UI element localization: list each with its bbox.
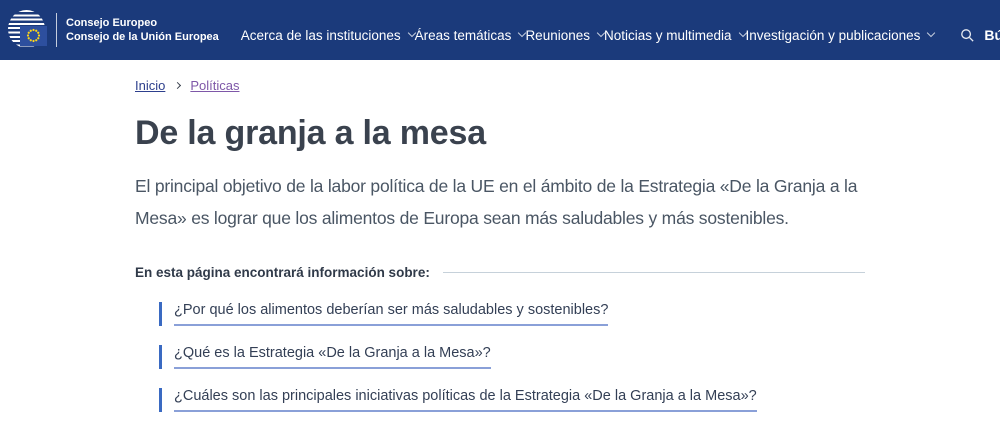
accent-bar [159, 345, 162, 369]
accent-bar [159, 302, 162, 326]
council-emblem-icon [8, 8, 48, 52]
chevron-right-icon [174, 82, 181, 89]
logo[interactable]: Consejo Europeo Consejo de la Unión Euro… [8, 8, 219, 52]
toc-link-iniciativas[interactable]: ¿Cuáles son las principales iniciativas … [174, 388, 757, 412]
main-content: Inicio Políticas De la granja a la mesa … [0, 78, 1000, 412]
breadcrumb-link-inicio[interactable]: Inicio [135, 78, 165, 93]
site-header: Consejo Europeo Consejo de la Unión Euro… [0, 0, 1000, 60]
breadcrumb: Inicio Políticas [135, 78, 865, 93]
nav-item-instituciones[interactable]: Acerca de las instituciones [241, 28, 415, 43]
logo-line1: Consejo Europeo [66, 16, 219, 31]
search-button[interactable]: Búsqueda [960, 27, 1000, 43]
eu-flag-icon [20, 26, 47, 46]
toc-label: En esta página encontrará información so… [135, 265, 430, 280]
toc-item: ¿Por qué los alimentos deberían ser más … [135, 302, 865, 326]
logo-line2: Consejo de la Unión Europea [66, 30, 219, 45]
breadcrumb-link-politicas[interactable]: Políticas [190, 78, 239, 93]
toc-list: ¿Por qué los alimentos deberían ser más … [135, 302, 865, 412]
nav-item-areas-tematicas[interactable]: Áreas temáticas [415, 28, 526, 43]
page-title: De la granja a la mesa [135, 114, 865, 153]
nav-item-label: Reuniones [525, 28, 590, 43]
nav-item-reuniones[interactable]: Reuniones [525, 28, 604, 43]
nav-item-label: Noticias y multimedia [604, 28, 732, 43]
nav-item-noticias[interactable]: Noticias y multimedia [604, 28, 746, 43]
logo-text: Consejo Europeo Consejo de la Unión Euro… [66, 16, 219, 45]
toc-header: En esta página encontrará información so… [135, 265, 865, 280]
nav-item-label: Áreas temáticas [415, 28, 512, 43]
intro-paragraph: El principal objetivo de la labor políti… [135, 170, 865, 234]
main-nav: Acerca de las instituciones Áreas temáti… [219, 28, 961, 43]
toc-link-estrategia[interactable]: ¿Qué es la Estrategia «De la Granja a la… [174, 345, 491, 369]
nav-item-label: Investigación y publicaciones [746, 28, 921, 43]
search-label: Búsqueda [984, 27, 1000, 43]
nav-item-label: Acerca de las instituciones [241, 28, 401, 43]
chevron-down-icon [927, 29, 935, 37]
search-icon [960, 28, 975, 43]
toc-item: ¿Cuáles son las principales iniciativas … [135, 388, 865, 412]
toc-item: ¿Qué es la Estrategia «De la Granja a la… [135, 345, 865, 369]
toc-link-saludables[interactable]: ¿Por qué los alimentos deberían ser más … [174, 302, 608, 326]
horizontal-rule [443, 272, 865, 273]
accent-bar [159, 388, 162, 412]
nav-item-investigacion[interactable]: Investigación y publicaciones [746, 28, 935, 43]
logo-divider [56, 13, 57, 47]
